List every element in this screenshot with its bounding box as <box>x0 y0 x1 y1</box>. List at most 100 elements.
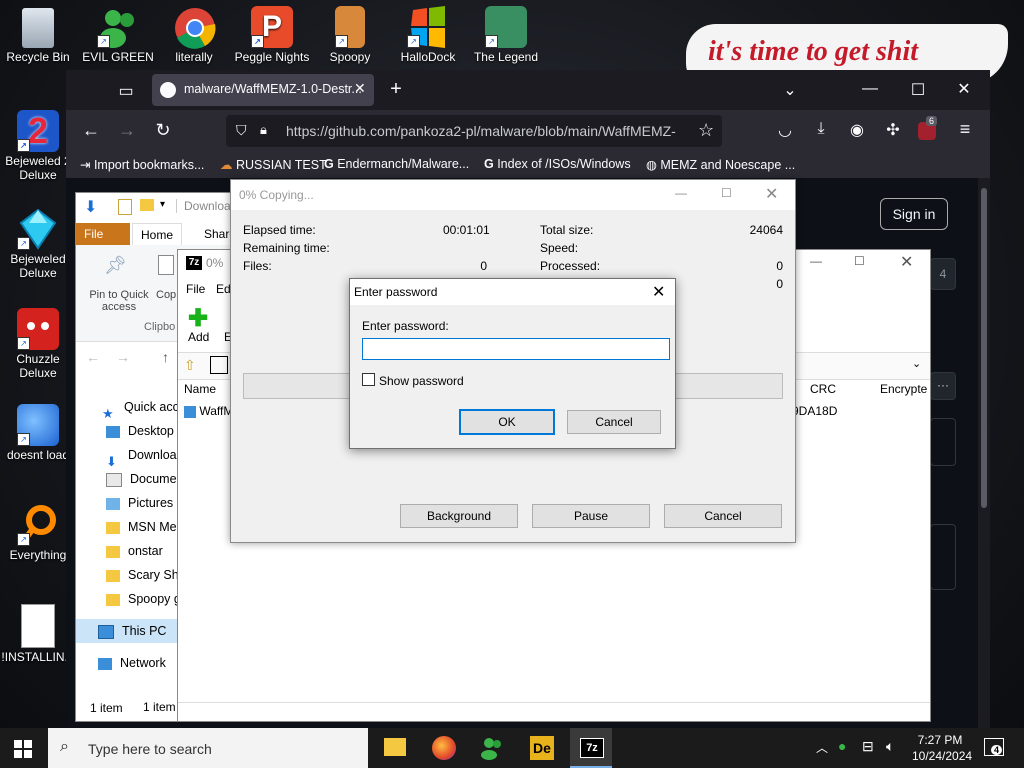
scrollbar-thumb[interactable] <box>981 188 987 508</box>
desktop-icon-evil-green[interactable]: ↗ EVIL GREEN <box>80 6 156 64</box>
ok-button[interactable]: OK <box>459 409 555 435</box>
minimize-icon[interactable]: — <box>860 80 880 98</box>
nav-pictures[interactable]: Pictures <box>106 491 173 515</box>
nav-forward-icon[interactable]: → <box>116 349 130 365</box>
col-name[interactable]: Name <box>184 382 216 396</box>
notification-icon[interactable]: 4 <box>984 738 1004 756</box>
desktop-icon-hallodock[interactable]: ↗ HalloDock <box>390 6 466 64</box>
nav-documents[interactable]: Documen <box>106 467 184 491</box>
taskbar-de-icon[interactable]: De <box>530 736 554 760</box>
nav-network[interactable]: Network <box>98 651 166 675</box>
page-scrollbar[interactable] <box>978 178 990 730</box>
nav-folder-msn[interactable]: MSN Mes <box>106 515 183 539</box>
account-icon[interactable]: ◉ <box>846 120 868 140</box>
tray-msn-icon[interactable]: ● <box>838 738 846 754</box>
close-window-icon[interactable]: ✕ <box>954 79 974 99</box>
reload-icon[interactable]: ↻ <box>152 120 174 141</box>
desktop-icon-peggle-nights[interactable]: P ↗ Peggle Nights <box>234 6 310 64</box>
nav-up-icon[interactable]: ↑ <box>162 349 169 365</box>
nav-folder-scary[interactable]: Scary Shi <box>106 563 182 587</box>
password-cancel-button[interactable]: Cancel <box>567 410 661 434</box>
sz-close-icon[interactable]: ✕ <box>900 252 913 272</box>
desktop-icon-literally[interactable]: literally <box>156 6 232 64</box>
extension-badge: 6 <box>926 116 938 126</box>
desktop-icon-everything[interactable]: ↗ Everything <box>0 504 76 562</box>
pocket-icon[interactable]: ◡ <box>774 120 796 140</box>
network-tray-icon[interactable]: ⊟ <box>862 738 874 755</box>
desktop-icon-the-legend[interactable]: ↗ The Legend <box>468 6 544 64</box>
sz-menu-edit[interactable]: Ed <box>216 282 231 296</box>
list-all-tabs-icon[interactable]: ⌄ <box>780 80 800 100</box>
more-options-icon[interactable]: ··· <box>930 372 956 400</box>
nav-desktop[interactable]: Desktop <box>106 419 174 443</box>
bookmark-russian-test[interactable]: ☁ RUSSIAN TEST <box>220 157 327 172</box>
forward-icon[interactable]: → <box>116 120 138 141</box>
tab-home[interactable]: Home <box>132 223 183 246</box>
tab-overview-icon[interactable]: ▭ <box>116 81 136 101</box>
cp-close-icon[interactable]: ✕ <box>765 184 778 204</box>
nav-downloads[interactable]: ⬇ Download <box>106 443 184 469</box>
show-hidden-icons-icon[interactable]: ︿ <box>816 739 828 756</box>
show-password-label[interactable]: Show password <box>379 374 464 388</box>
sz-maximize-icon[interactable]: ☐ <box>854 254 865 268</box>
sz-add-button[interactable]: Add <box>188 330 209 344</box>
desktop-icon-thunderbird[interactable]: ↗ doesnt load <box>0 404 76 462</box>
nav-folder-onstar[interactable]: onstar <box>106 539 163 563</box>
address-dropdown-icon[interactable]: ⌄ <box>912 357 921 370</box>
bookmark-star-icon[interactable]: ☆ <box>698 120 714 141</box>
desktop-icon-bejeweled-2[interactable]: 2 ↗ Bejeweled 2 Deluxe <box>0 110 76 182</box>
cp-maximize-icon[interactable]: ☐ <box>721 186 732 200</box>
copy-cancel-button[interactable]: Cancel <box>664 504 782 528</box>
taskbar-7zip-button[interactable]: 7z <box>570 728 612 768</box>
show-password-checkbox[interactable] <box>362 373 375 386</box>
taskbar-search-box[interactable]: ⌕ Type here to search <box>48 728 368 768</box>
back-icon[interactable]: ← <box>80 120 102 141</box>
maximize-icon[interactable]: ☐ <box>908 80 928 100</box>
ublock-icon[interactable]: 6 <box>918 116 938 140</box>
volume-icon[interactable]: 🔈︎ <box>886 738 894 755</box>
nav-quick-access[interactable]: ★ Quick acce <box>102 395 186 421</box>
nav-folder-spoopy[interactable]: Spoopy g <box>106 587 181 611</box>
windows-logo-icon: ↗ <box>407 6 449 48</box>
bookmark-isos[interactable]: G Index of /ISOs/Windows <box>484 157 631 171</box>
clock-date: 10/24/2024 <box>912 749 973 763</box>
pause-button[interactable]: Pause <box>532 504 650 528</box>
sz-minimize-icon[interactable]: — <box>810 254 822 268</box>
desktop-icon-spoopy[interactable]: ↗ Spoopy <box>312 6 388 64</box>
copy-button[interactable]: Cop <box>156 289 176 301</box>
bookmark-memz[interactable]: ◍ MEMZ and Noescape ... <box>646 157 795 172</box>
close-tab-icon[interactable]: ✕ <box>354 80 366 97</box>
sign-in-button[interactable]: Sign in <box>880 198 948 230</box>
background-button[interactable]: Background <box>400 504 518 528</box>
sz-menu-file[interactable]: File <box>186 282 205 296</box>
bookmark-import[interactable]: ⇥ Import bookmarks... <box>80 157 204 172</box>
downloads-icon[interactable]: ⤓ <box>810 120 832 138</box>
desktop-icon-installing[interactable]: !INSTALLIN... <box>0 604 76 664</box>
search-icon: ⌕ <box>60 738 69 755</box>
bookmark-endermanch[interactable]: G Endermanch/Malware... <box>324 157 469 171</box>
new-tab-icon[interactable]: + <box>386 78 406 101</box>
desktop-icon-recycle-bin[interactable]: Recycle Bin <box>0 8 76 64</box>
pw-close-icon[interactable]: ✕ <box>652 282 665 302</box>
file-row[interactable]: WaffM <box>184 404 233 418</box>
folder-up-icon[interactable]: ⇧ <box>184 357 196 374</box>
col-encrypted[interactable]: Encrypte <box>880 382 927 396</box>
nav-back-icon[interactable]: ← <box>86 349 100 365</box>
url-bar[interactable]: ⛉ 🔒︎ https://github.com/pankoza2-pl/malw… <box>226 115 722 147</box>
qat-dropdown-icon[interactable]: ▾ <box>160 199 165 210</box>
desktop-icon-chuzzle[interactable]: ↗ Chuzzle Deluxe <box>0 308 76 380</box>
pin-to-quick-access-button[interactable]: Pin to Quick access <box>80 289 158 313</box>
extensions-icon[interactable]: ✣ <box>882 120 904 140</box>
tab-file[interactable]: File <box>76 223 130 245</box>
firefox-tab-github[interactable]: malware/WaffMEMZ-1.0-Destr... ✕ <box>152 74 374 106</box>
password-input[interactable] <box>362 338 670 360</box>
desktop-icon-bejeweled[interactable]: ↗ Bejeweled Deluxe <box>0 208 76 280</box>
cp-minimize-icon[interactable]: — <box>675 186 687 200</box>
start-button[interactable] <box>14 740 32 761</box>
taskbar-firefox-icon[interactable] <box>432 736 456 760</box>
clock[interactable]: 7:27 PM 10/24/2024 <box>912 732 973 764</box>
menu-icon[interactable]: ≡ <box>954 119 976 140</box>
col-crc[interactable]: CRC <box>810 382 836 396</box>
taskbar-file-explorer-icon[interactable] <box>384 738 406 756</box>
taskbar-msn-icon[interactable] <box>480 736 504 760</box>
